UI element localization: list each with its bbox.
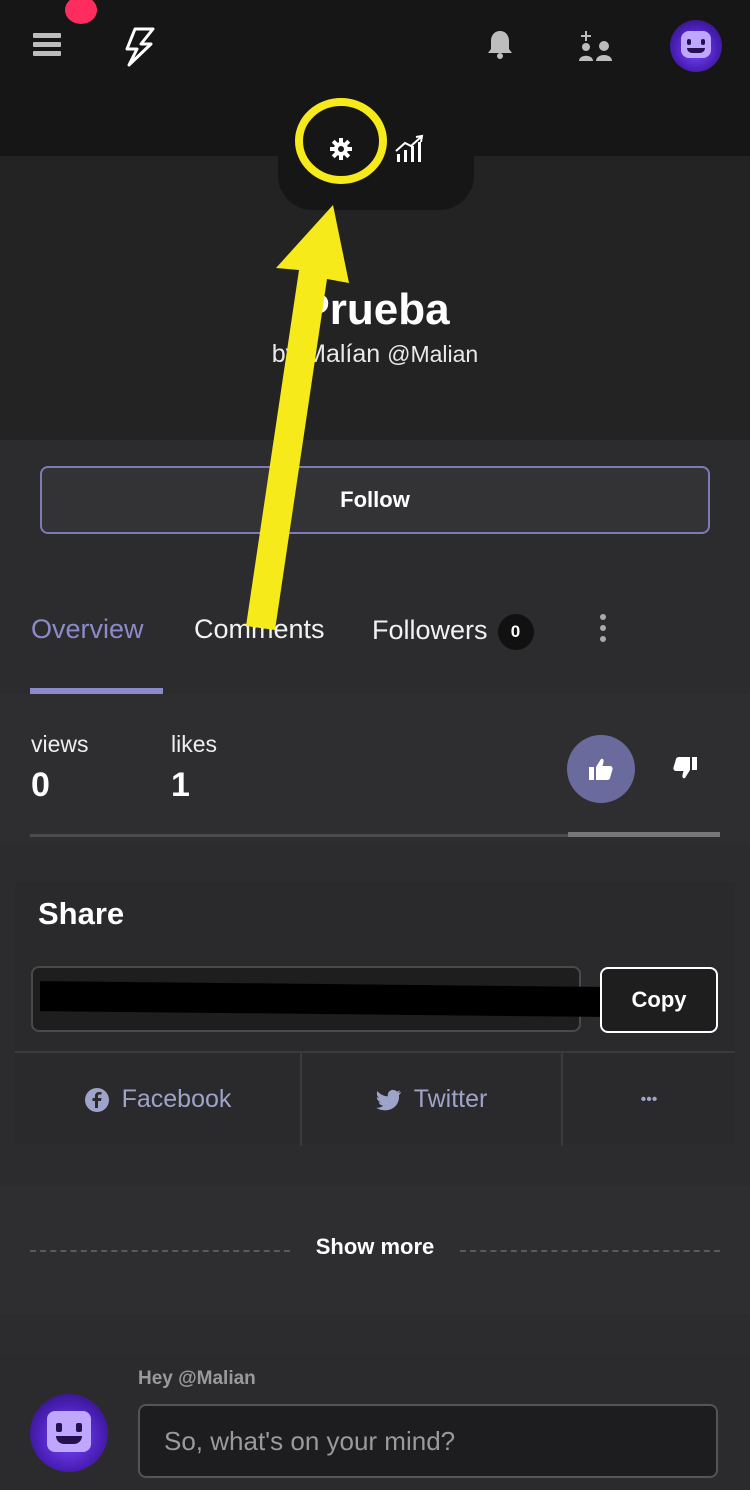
post-title: Prueba: [300, 285, 450, 334]
divider: [460, 1250, 720, 1252]
facebook-share-button[interactable]: Facebook: [15, 1053, 300, 1146]
tab-bar: Overview Comments Followers 0: [0, 590, 750, 694]
thumbs-down-icon: [673, 757, 697, 779]
add-people-icon[interactable]: [576, 28, 616, 64]
twitter-label: Twitter: [413, 1085, 488, 1113]
user-avatar[interactable]: [670, 20, 722, 72]
more-options-icon[interactable]: [598, 614, 608, 644]
author-name[interactable]: Malían: [305, 340, 380, 368]
divider: [30, 1250, 290, 1252]
composer-greeting: Hey @Malian: [138, 1368, 256, 1389]
toolbar-notch: [278, 150, 474, 210]
gear-icon[interactable]: [326, 134, 356, 164]
twitter-share-button[interactable]: Twitter: [302, 1053, 561, 1146]
byline-prefix: by: [271, 340, 299, 368]
thumbs-up-icon: [589, 758, 613, 780]
likes-label: likes: [171, 731, 218, 757]
more-share-options-button[interactable]: •••: [563, 1053, 735, 1146]
show-more-button[interactable]: Show more: [290, 1234, 460, 1260]
author-handle[interactable]: @Malian: [387, 341, 478, 367]
post-input[interactable]: [138, 1404, 718, 1478]
top-bar: [0, 0, 750, 156]
stats-panel: [0, 694, 750, 844]
tab-followers-label: Followers: [372, 615, 488, 646]
like-button[interactable]: [567, 735, 635, 803]
followers-count-badge: 0: [497, 614, 534, 650]
share-buttons-row: Facebook Twitter •••: [15, 1051, 735, 1146]
dislike-button[interactable]: [665, 748, 705, 788]
copy-button[interactable]: Copy: [600, 967, 718, 1033]
lightning-logo-icon[interactable]: [120, 26, 160, 68]
tab-comments[interactable]: Comments: [194, 614, 325, 645]
robot-avatar-icon: [47, 1411, 91, 1452]
hamburger-menu-icon[interactable]: [30, 28, 66, 62]
twitter-bird-icon: [375, 1089, 401, 1110]
redacted-url: [40, 981, 600, 1017]
follow-button[interactable]: Follow: [40, 466, 710, 534]
stats-chart-icon[interactable]: [392, 132, 428, 166]
like-ratio-fill: [568, 832, 720, 837]
facebook-icon: [84, 1087, 109, 1112]
notification-dot: [65, 0, 97, 24]
facebook-label: Facebook: [121, 1085, 232, 1113]
likes-value: 1: [171, 766, 190, 804]
bell-icon[interactable]: [484, 26, 516, 62]
share-title: Share: [38, 896, 125, 931]
tab-overview[interactable]: Overview: [31, 614, 144, 645]
post-byline: by Malían @Malian: [0, 340, 750, 369]
composer-avatar: [30, 1394, 108, 1472]
tab-followers[interactable]: Followers 0: [372, 614, 534, 650]
views-label: views: [31, 731, 89, 757]
views-value: 0: [31, 766, 50, 804]
robot-avatar-icon: [681, 31, 711, 59]
